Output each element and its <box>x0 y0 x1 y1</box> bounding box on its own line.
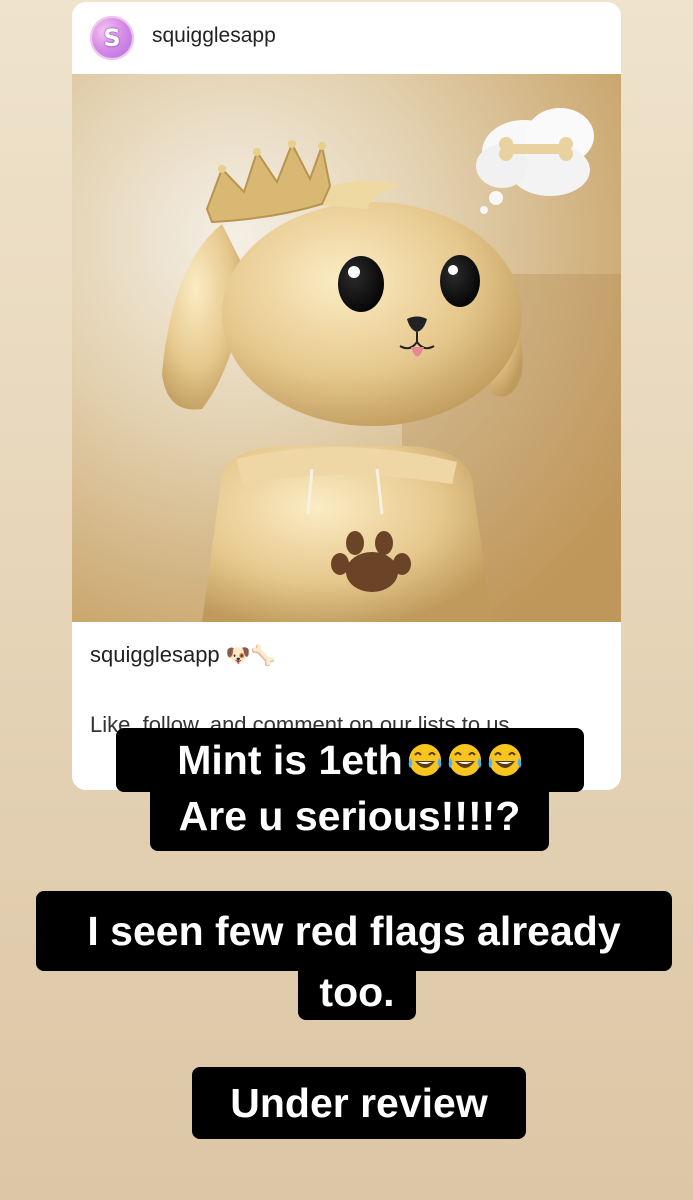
mint-text: Mint is 1eth <box>177 737 403 783</box>
text-sticker-red-flags[interactable]: I seen few red flags already <box>36 891 672 971</box>
text-sticker-under-review[interactable]: Under review <box>192 1067 526 1139</box>
caption-username: squigglesapp 🐶🦴 <box>90 642 276 668</box>
post-header: S squigglesapp <box>72 2 621 74</box>
laughing-tears-emoji-icon <box>408 744 442 776</box>
instagram-post-card[interactable]: S squigglesapp squigglesapp 🐶🦴 Like, fol… <box>72 2 621 790</box>
avatar[interactable]: S <box>90 16 134 60</box>
post-username[interactable]: squigglesapp <box>152 24 276 48</box>
caption-username-text[interactable]: squigglesapp <box>90 642 220 667</box>
post-image <box>72 74 621 622</box>
text-sticker-serious[interactable]: Are u serious!!!!? <box>150 785 549 851</box>
text-sticker-mint[interactable]: Mint is 1eth <box>116 728 584 792</box>
avatar-letter: S <box>103 24 121 52</box>
dog-bone-emoji: 🐶🦴 <box>225 643 276 667</box>
laughing-tears-emoji-icon <box>448 744 482 776</box>
laughing-tears-emoji-icon <box>488 744 522 776</box>
text-sticker-too[interactable]: too. <box>298 964 416 1020</box>
